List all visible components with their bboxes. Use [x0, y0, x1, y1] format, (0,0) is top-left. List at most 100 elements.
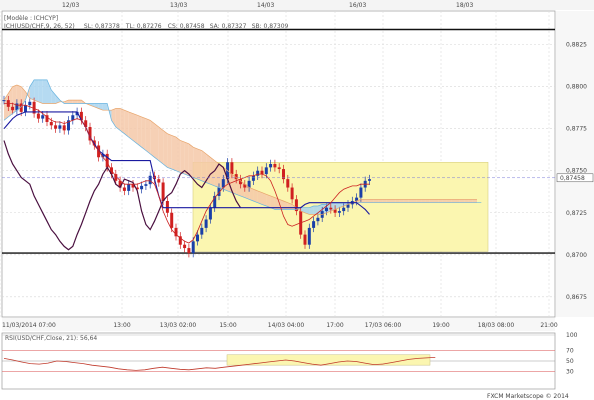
cloud-segment-92	[399, 199, 404, 203]
time-axis: 11/03/2014 07:00 13:00 13/03 02:00 15:00 14/…	[2, 318, 558, 331]
cloud-segment-58	[253, 189, 258, 203]
cloud-segment-59	[257, 190, 262, 205]
cloud-segment-34	[150, 120, 155, 158]
candle-body-67	[290, 187, 294, 200]
candle-body-72	[312, 221, 316, 228]
time-tick-4: 14/03 04:00	[268, 322, 305, 329]
price-tick-5: 0,8700	[566, 252, 587, 259]
candle-body-39	[170, 212, 174, 228]
cloud-segment-87	[378, 199, 383, 203]
rsi-level-label-1: 70	[566, 348, 574, 355]
price-tick-4: 0,8725	[566, 210, 587, 217]
cloud-segment-43	[188, 143, 194, 178]
candle-body-43	[187, 248, 191, 254]
cloud-segment-61	[266, 194, 271, 208]
candle-body-32	[140, 185, 144, 190]
cloud-segment-104	[451, 199, 456, 203]
cloud-segment-7	[34, 79, 39, 102]
candle-body-2	[11, 106, 15, 111]
cloud-segment-29	[128, 111, 133, 141]
candle-body-0	[2, 100, 6, 102]
cloud-segment-108	[468, 199, 473, 203]
date-label-2: 14/03	[257, 2, 274, 9]
rsi-level-label-3: 30	[566, 368, 574, 375]
cloud-segment-41	[180, 140, 185, 175]
price-tick-1: 0,8800	[566, 84, 587, 91]
cloud-segment-105	[455, 199, 460, 203]
cloud-segment-98	[425, 199, 430, 203]
date-label-0: 12/03	[62, 2, 79, 9]
date-label-1: 13/03	[170, 2, 187, 9]
cloud-segment-33	[145, 118, 151, 154]
cloud-segment-31	[137, 115, 142, 148]
candle-body-48	[208, 207, 212, 220]
cloud-segment-102	[442, 199, 447, 203]
time-tick-8: 18/03 08:00	[478, 322, 515, 329]
cloud-segment-107	[464, 199, 469, 203]
price-chart: 12/03 13/03 14/03 16/03 18/03 [Modèle : …	[0, 0, 594, 400]
candle-body-8	[36, 113, 40, 119]
date-label-4: 18/03	[456, 2, 473, 9]
candle-body-45	[196, 234, 199, 242]
cloud-segment-28	[124, 110, 129, 138]
price-tick-6: 0,8675	[566, 294, 587, 301]
candle-body-76	[329, 207, 333, 210]
time-tick-9: 21:00	[540, 322, 557, 329]
candle-body-34	[148, 175, 152, 185]
cloud-segment-15	[68, 100, 73, 104]
candle-body-42	[183, 244, 187, 249]
candle-body-13	[58, 125, 62, 129]
cloud-segment-84	[365, 199, 370, 203]
candle-body-11	[49, 121, 53, 126]
candle-body-79	[342, 207, 346, 212]
rsi-level-label-2: 50	[566, 358, 574, 365]
price-tick-0: 0,8825	[566, 42, 587, 49]
price-axis-bg	[556, 11, 594, 317]
cloud-segment-85	[369, 199, 374, 203]
candle-body-58	[251, 175, 255, 181]
cloud-segment-97	[421, 199, 426, 203]
candle-body-44	[191, 241, 195, 254]
price-axis: 0,88250,88000,87750,87500,87250,87000,86…	[556, 11, 594, 317]
time-tick-1: 13:00	[113, 322, 130, 329]
cloud-segment-83	[360, 199, 366, 203]
cloud-segment-37	[163, 130, 168, 168]
price-tick-2: 0,8775	[566, 126, 587, 133]
candle-body-37	[161, 182, 165, 201]
cloud-segment-23	[102, 103, 108, 111]
cloud-segment-45	[197, 148, 202, 181]
cloud-segment-96	[416, 199, 422, 203]
candle-body-12	[54, 125, 58, 129]
cloud-segment-95	[412, 199, 417, 203]
cloud-segment-93	[403, 199, 409, 203]
cloud-segment-91	[395, 199, 400, 203]
cloud-segment-39	[171, 135, 176, 171]
date-label-3: 16/03	[349, 2, 366, 9]
cloud-segment-8	[38, 79, 43, 104]
cloud-segment-32	[141, 116, 146, 151]
cloud-segment-109	[472, 199, 477, 203]
cloud-segment-88	[382, 199, 387, 203]
cloud-segment-16	[72, 100, 78, 104]
cloud-segment-100	[434, 199, 439, 203]
time-tick-7: 19:00	[432, 322, 449, 329]
candle-body-63	[273, 164, 277, 168]
time-tick-6: 17/03 06:00	[365, 322, 402, 329]
time-tick-3: 15:00	[219, 322, 236, 329]
cloud-segment-57	[249, 187, 254, 201]
candle-body-70	[303, 234, 307, 245]
cloud-segment-38	[167, 133, 172, 170]
candle-body-59	[256, 170, 260, 176]
cloud-segment-17	[77, 100, 82, 104]
candle-body-33	[144, 184, 148, 186]
candle-body-85	[368, 179, 371, 181]
cloud-segment-89	[386, 199, 391, 203]
date-strip	[0, 0, 594, 10]
candle-body-78	[337, 211, 341, 213]
candle-body-60	[260, 170, 264, 175]
cloud-segment-27	[120, 108, 125, 134]
cloud-segment-35	[154, 123, 159, 161]
candle-body-71	[307, 227, 311, 245]
candle-body-5	[24, 105, 27, 112]
candle-body-75	[325, 207, 328, 212]
